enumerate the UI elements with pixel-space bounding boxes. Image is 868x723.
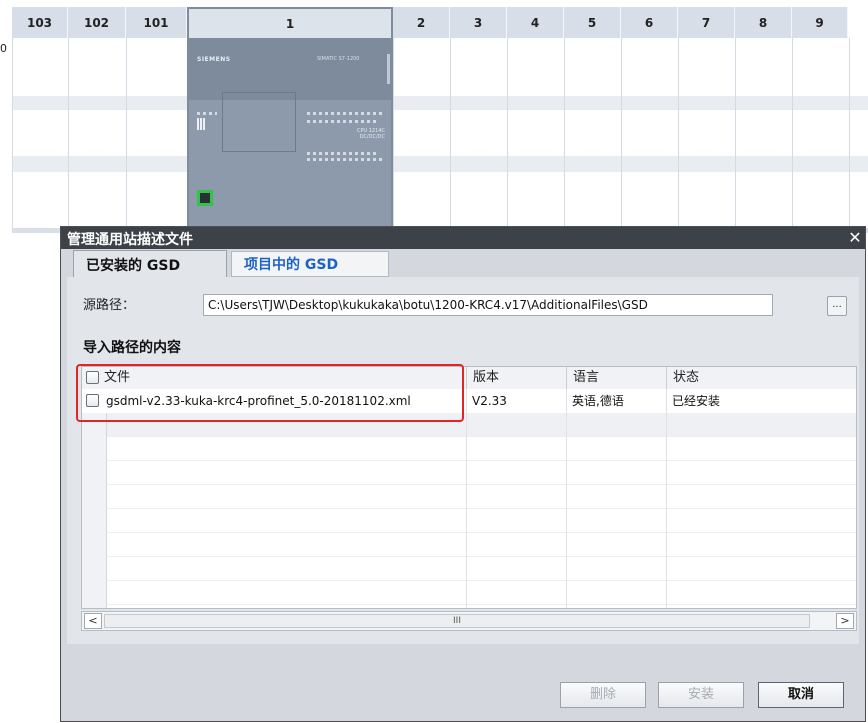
rack-column <box>12 38 13 232</box>
slot-101[interactable]: 101 <box>126 7 187 38</box>
cell-version: V2.33 <box>472 394 507 408</box>
io-led-row <box>307 120 377 123</box>
close-icon[interactable]: ✕ <box>847 230 863 246</box>
empty-row <box>82 581 856 605</box>
io-led-row <box>307 158 385 161</box>
empty-row <box>82 509 856 533</box>
dialog-titlebar[interactable]: 管理通用站描述文件 ✕ <box>61 227 865 249</box>
slot-103[interactable]: 103 <box>12 7 68 38</box>
slot-3[interactable]: 3 <box>450 7 507 38</box>
row-checkbox[interactable] <box>86 394 99 407</box>
gsd-table: 文件 版本 语言 状态 gsdml-v2.33-kuka-krc4-profin… <box>81 366 857 609</box>
slot-4[interactable]: 4 <box>507 7 564 38</box>
table-header: 文件 版本 语言 状态 <box>82 367 856 390</box>
cpu-top-panel <box>189 40 391 100</box>
slot-1[interactable]: 1 <box>187 7 393 38</box>
empty-row <box>82 533 856 557</box>
slot-5[interactable]: 5 <box>564 7 621 38</box>
empty-row <box>82 485 856 509</box>
install-button[interactable]: 安装 <box>658 682 744 708</box>
rack-column <box>507 38 508 232</box>
column-divider <box>466 389 467 608</box>
dialog-title: 管理通用站描述文件 <box>67 232 193 248</box>
cpu-supply-type: DC/DC/DC <box>359 134 385 140</box>
column-divider <box>666 389 667 608</box>
column-status[interactable]: 状态 <box>666 367 856 389</box>
empty-row <box>82 413 856 437</box>
rack-row-label: 0 <box>0 42 7 55</box>
source-path-input[interactable]: C:\Users\TJW\Desktop\kukukaka\botu\1200-… <box>203 294 773 316</box>
column-divider <box>566 389 567 608</box>
rack-column <box>68 38 69 232</box>
siemens-logo: SIEMENS <box>197 56 231 63</box>
slot-2[interactable]: 2 <box>393 7 450 38</box>
row-gutter <box>82 413 107 608</box>
cpu-status-panel <box>222 92 296 152</box>
source-path-label: 源路径： <box>83 298 136 313</box>
column-language[interactable]: 语言 <box>566 367 666 389</box>
cpu-module[interactable]: SIEMENS SIMATIC S7-1200 CPU 1214C DC/DC/… <box>187 38 393 228</box>
rack-column <box>849 38 850 232</box>
rack-column <box>393 38 394 232</box>
rack-column <box>450 38 451 232</box>
column-version[interactable]: 版本 <box>466 367 566 389</box>
scroll-thumb[interactable]: III <box>104 614 810 628</box>
rack-column <box>621 38 622 232</box>
io-led-row <box>307 112 385 115</box>
cell-status: 已经安装 <box>672 394 721 408</box>
manage-gsd-dialog: 管理通用站描述文件 ✕ 已安装的 GSD 项目中的 GSD 源路径： C:\Us… <box>60 226 866 722</box>
empty-row <box>82 557 856 581</box>
io-led-row <box>307 152 377 155</box>
profinet-port-icon[interactable] <box>197 190 213 206</box>
slot-9[interactable]: 9 <box>792 7 848 38</box>
rack-column <box>678 38 679 232</box>
slot-7[interactable]: 7 <box>678 7 735 38</box>
cpu-series-label: SIMATIC S7-1200 <box>317 56 360 62</box>
card-slot <box>387 54 390 84</box>
browse-button[interactable]: ... <box>827 296 847 316</box>
simatic-icon <box>197 118 206 130</box>
slot-8[interactable]: 8 <box>735 7 792 38</box>
delete-button[interactable]: 删除 <box>560 682 646 708</box>
rack-column <box>564 38 565 232</box>
led-row <box>197 112 217 115</box>
slot-102[interactable]: 102 <box>68 7 126 38</box>
rack-column <box>126 38 127 232</box>
rack-column <box>792 38 793 232</box>
section-title: 导入路径的内容 <box>83 340 181 356</box>
slot-6[interactable]: 6 <box>621 7 678 38</box>
empty-row <box>82 437 856 461</box>
cell-language: 英语,德语 <box>572 394 624 408</box>
table-row[interactable]: gsdml-v2.33-kuka-krc4-profinet_5.0-20181… <box>82 389 856 413</box>
scroll-right-button[interactable]: > <box>836 613 854 629</box>
rack-rail <box>12 156 868 172</box>
horizontal-scrollbar[interactable]: < III > <box>81 611 857 631</box>
device-rack: 103 102 101 1 2 3 4 5 6 7 8 9 0 SIEMENS … <box>0 0 868 240</box>
cancel-button[interactable]: 取消 <box>758 682 844 708</box>
scroll-left-button[interactable]: < <box>84 613 102 629</box>
tab-installed-gsd[interactable]: 已安装的 GSD <box>73 250 227 278</box>
empty-row <box>82 461 856 485</box>
cell-file: gsdml-v2.33-kuka-krc4-profinet_5.0-20181… <box>106 394 411 408</box>
rack-slot-header: 103 102 101 1 2 3 4 5 6 7 8 9 <box>12 7 848 38</box>
column-file[interactable]: 文件 <box>82 367 466 389</box>
rack-column <box>735 38 736 232</box>
tab-project-gsd[interactable]: 项目中的 GSD <box>231 251 389 277</box>
dialog-content: 源路径： C:\Users\TJW\Desktop\kukukaka\botu\… <box>67 277 859 644</box>
cpu-type-label: CPU 1214C DC/DC/DC <box>357 128 385 140</box>
rack-rail <box>12 96 868 110</box>
